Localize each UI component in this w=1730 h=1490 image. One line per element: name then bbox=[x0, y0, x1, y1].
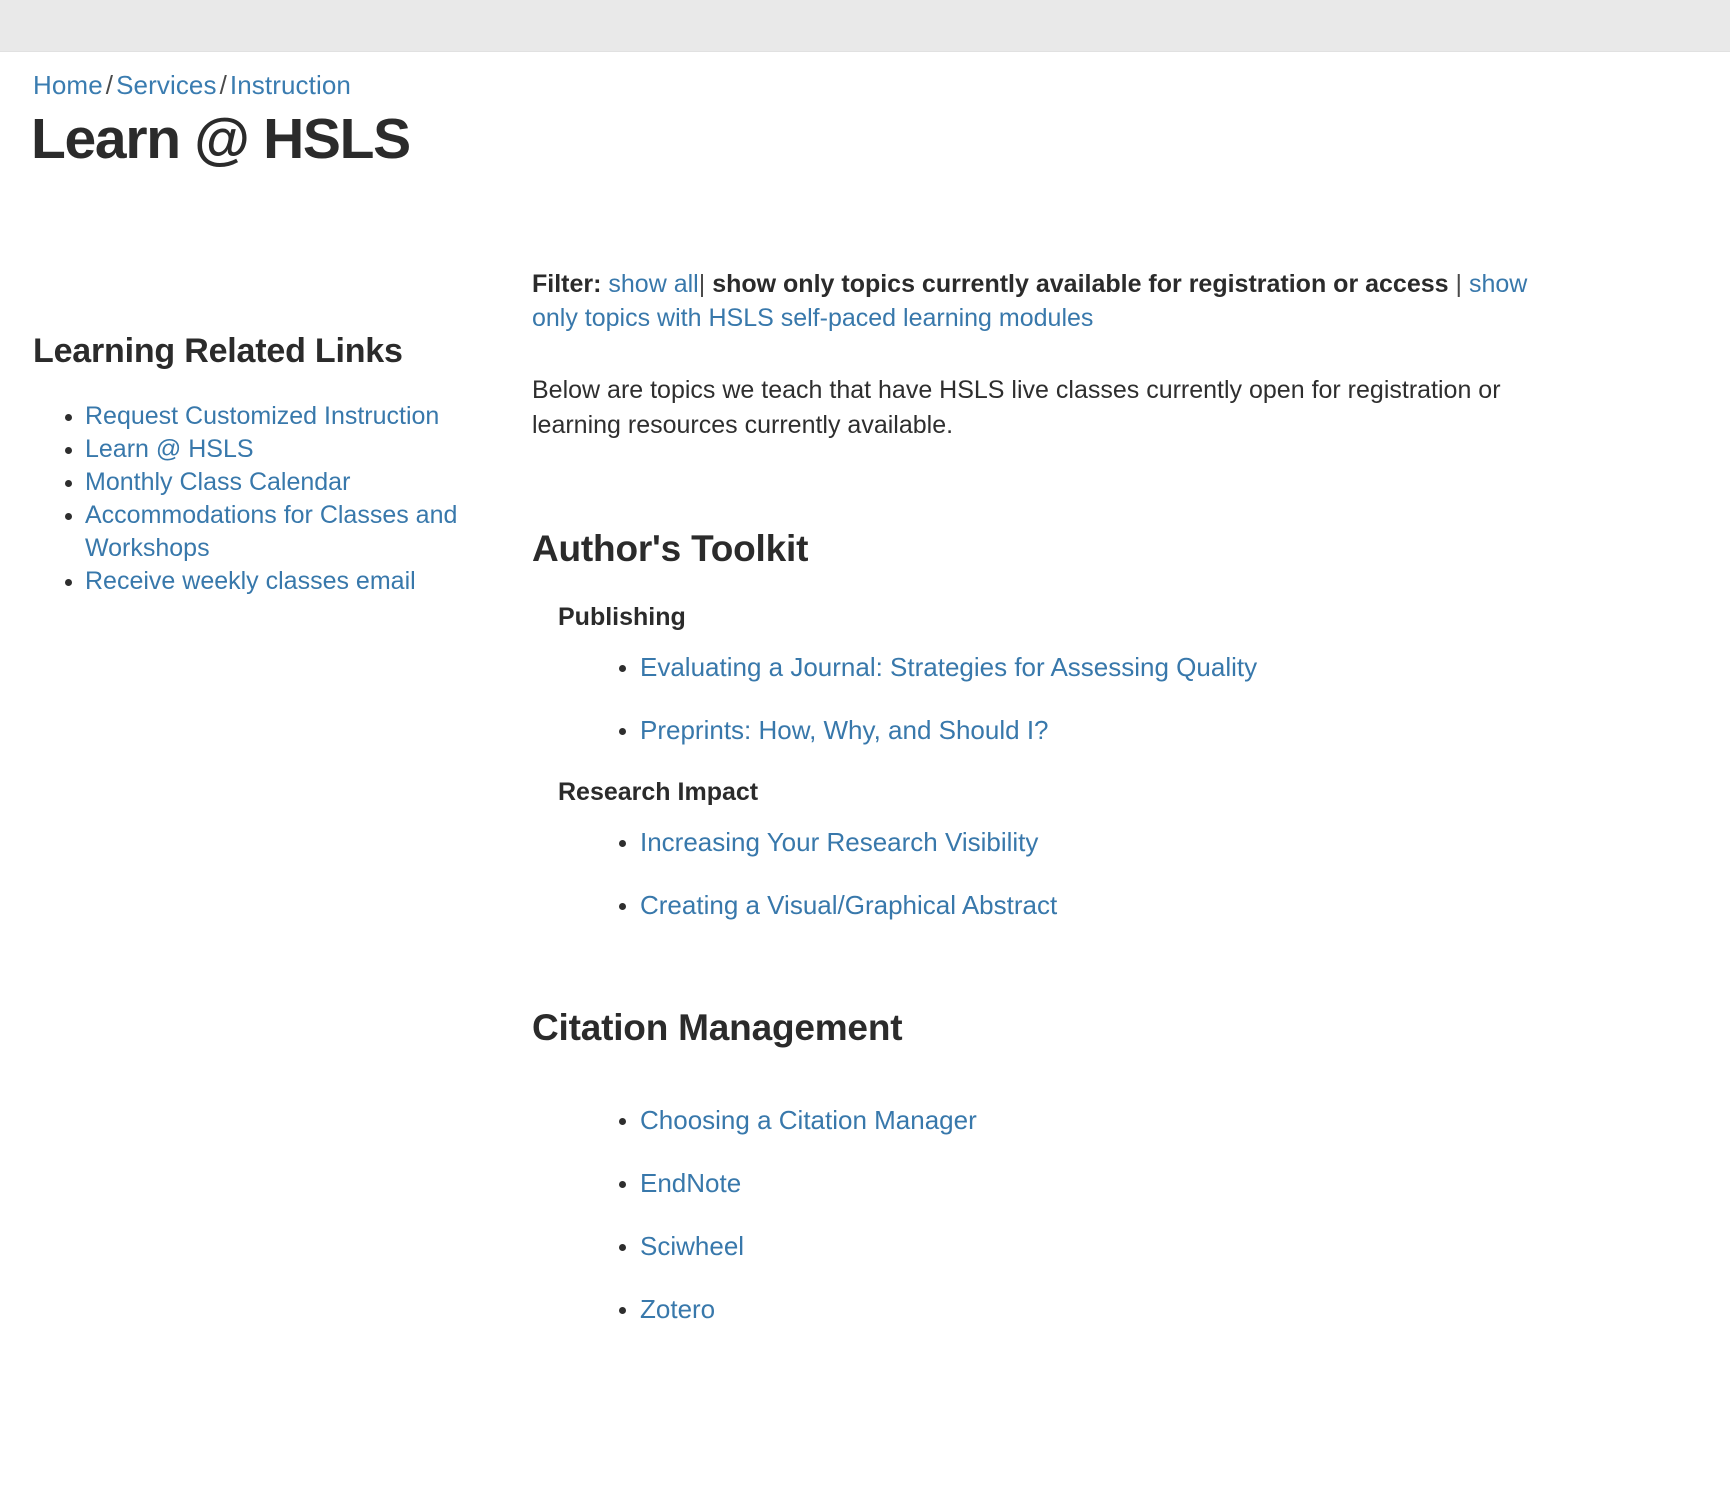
breadcrumb-item-services[interactable]: Services bbox=[116, 70, 217, 100]
top-gray-bar bbox=[0, 0, 1730, 52]
list-item: Increasing Your Research Visibility bbox=[640, 825, 1540, 859]
subsection-publishing: Publishing Evaluating a Journal: Strateg… bbox=[532, 600, 1540, 747]
filter-show-all-link[interactable]: show all bbox=[608, 270, 698, 298]
breadcrumb-separator-2: / bbox=[219, 70, 227, 100]
filter-active-option[interactable]: show only topics currently available for… bbox=[712, 270, 1448, 298]
list-item: Receive weekly classes email bbox=[85, 565, 520, 598]
section-authors-toolkit: Author's Toolkit Publishing Evaluating a… bbox=[532, 526, 1540, 922]
filter-separator-2: | bbox=[1455, 270, 1463, 298]
breadcrumb-item-home[interactable]: Home bbox=[33, 70, 103, 100]
filter-bar: Filter: show all| show only topics curre… bbox=[532, 267, 1532, 335]
list-item: Monthly Class Calendar bbox=[85, 466, 520, 499]
topic-link-list: Choosing a Citation Manager EndNote Sciw… bbox=[532, 1103, 1540, 1326]
sidebar-item-monthly-class-calendar[interactable]: Monthly Class Calendar bbox=[85, 468, 350, 496]
topic-link-creating-visual-graphical-abstract[interactable]: Creating a Visual/Graphical Abstract bbox=[640, 890, 1057, 920]
topic-link-list: Increasing Your Research Visibility Crea… bbox=[532, 825, 1540, 922]
subsection-heading: Publishing bbox=[558, 603, 686, 631]
topic-link-increasing-research-visibility[interactable]: Increasing Your Research Visibility bbox=[640, 827, 1038, 857]
page-header: Home / Services / Instruction Learn @ HSLS bbox=[0, 52, 1730, 172]
topic-link-preprints[interactable]: Preprints: How, Why, and Should I? bbox=[640, 715, 1049, 745]
sidebar-heading: Learning Related Links bbox=[33, 332, 403, 370]
breadcrumb-item-instruction[interactable]: Instruction bbox=[230, 70, 351, 100]
content-columns: Learning Related Links Request Customize… bbox=[0, 255, 1730, 1326]
section-citation-management: Citation Management Choosing a Citation … bbox=[532, 1005, 1540, 1326]
sidebar-item-request-customized-instruction[interactable]: Request Customized Instruction bbox=[85, 402, 439, 430]
topic-link-list: Evaluating a Journal: Strategies for Ass… bbox=[532, 650, 1540, 747]
list-item: Accommodations for Classes and Workshops bbox=[85, 499, 520, 565]
section-heading: Citation Management bbox=[532, 1007, 903, 1048]
list-item: Choosing a Citation Manager bbox=[640, 1103, 1540, 1137]
sidebar-item-accommodations[interactable]: Accommodations for Classes and Workshops bbox=[85, 501, 457, 562]
sidebar: Learning Related Links Request Customize… bbox=[0, 255, 520, 598]
list-item: Preprints: How, Why, and Should I? bbox=[640, 713, 1540, 747]
sidebar-item-receive-weekly-classes-email[interactable]: Receive weekly classes email bbox=[85, 567, 416, 595]
intro-paragraph: Below are topics we teach that have HSLS… bbox=[532, 376, 1501, 439]
topic-link-endnote[interactable]: EndNote bbox=[640, 1168, 741, 1198]
sidebar-item-learn-at-hsls[interactable]: Learn @ HSLS bbox=[85, 435, 254, 463]
list-item: Learn @ HSLS bbox=[85, 433, 520, 466]
list-item: Creating a Visual/Graphical Abstract bbox=[640, 888, 1540, 922]
list-item: Zotero bbox=[640, 1292, 1540, 1326]
subsection-research-impact: Research Impact Increasing Your Research… bbox=[532, 775, 1540, 922]
topic-link-sciwheel[interactable]: Sciwheel bbox=[640, 1231, 744, 1261]
sidebar-link-list: Request Customized Instruction Learn @ H… bbox=[33, 400, 520, 598]
list-item: Sciwheel bbox=[640, 1229, 1540, 1263]
list-item: Evaluating a Journal: Strategies for Ass… bbox=[640, 650, 1540, 684]
topic-link-zotero[interactable]: Zotero bbox=[640, 1294, 715, 1324]
subsection-heading: Research Impact bbox=[558, 778, 759, 806]
section-heading: Author's Toolkit bbox=[532, 528, 809, 569]
main-content: Filter: show all| show only topics curre… bbox=[520, 255, 1730, 1326]
breadcrumb: Home / Services / Instruction bbox=[33, 68, 1730, 102]
list-item: EndNote bbox=[640, 1166, 1540, 1200]
list-item: Request Customized Instruction bbox=[85, 400, 520, 433]
filter-separator-1: | bbox=[698, 270, 706, 298]
topic-link-choosing-a-citation-manager[interactable]: Choosing a Citation Manager bbox=[640, 1105, 977, 1135]
breadcrumb-separator-1: / bbox=[105, 70, 114, 100]
filter-label: Filter: bbox=[532, 270, 602, 298]
page-title: Learn @ HSLS bbox=[31, 107, 411, 171]
topic-link-evaluating-a-journal[interactable]: Evaluating a Journal: Strategies for Ass… bbox=[640, 652, 1257, 682]
